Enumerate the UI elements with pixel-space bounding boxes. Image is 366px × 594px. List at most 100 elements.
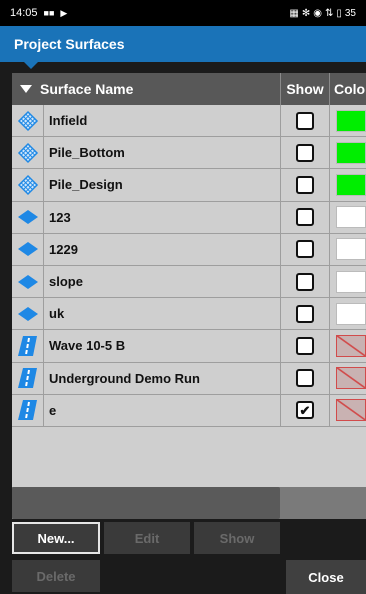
color-cell <box>330 363 366 394</box>
notification-icon: ■■ <box>43 8 55 18</box>
surface-name[interactable]: 1229 <box>44 233 281 265</box>
show-checkbox[interactable]: ✔ <box>296 401 314 420</box>
show-checkbox[interactable] <box>296 240 314 259</box>
horizontal-scrollbar[interactable] <box>12 487 366 519</box>
show-checkbox[interactable] <box>296 272 314 291</box>
column-name-label: Surface Name <box>40 81 134 97</box>
battery-icon: ▯ <box>336 7 342 19</box>
diamond-surface-icon <box>12 298 44 330</box>
color-cell <box>330 169 366 200</box>
bluetooth-icon: ✻ <box>301 7 311 19</box>
surface-name[interactable]: Wave 10-5 B <box>44 330 281 362</box>
grid-surface-icon <box>12 137 44 169</box>
column-show-label: Show <box>286 81 324 97</box>
status-time: 14:05 <box>10 7 38 19</box>
table-row[interactable]: Wave 10-5 B <box>12 330 366 363</box>
show-checkbox[interactable] <box>296 208 314 227</box>
surface-name[interactable]: 123 <box>44 201 281 233</box>
table-row[interactable]: Underground Demo Run <box>12 362 366 395</box>
show-checkbox[interactable] <box>296 304 314 323</box>
surface-name[interactable]: Pile_Bottom <box>44 137 281 169</box>
show-cell <box>281 298 330 330</box>
column-header-show[interactable]: Show <box>281 73 330 105</box>
show-cell <box>281 265 330 298</box>
show-cell <box>281 201 330 233</box>
show-cell <box>281 105 330 137</box>
table-row[interactable]: 1229 <box>12 233 366 266</box>
color-swatch[interactable] <box>336 238 366 261</box>
signal-icon: ▦ <box>289 7 299 19</box>
location-icon: ◉ <box>313 7 322 19</box>
status-bar: 14:05 ■■ ▶ ▦ ✻ ◉ ⇅ ▯ 35 <box>0 0 366 26</box>
column-header-name[interactable]: Surface Name <box>12 73 281 105</box>
diamond-surface-icon <box>12 201 44 233</box>
show-button[interactable]: Show <box>194 522 280 554</box>
no-color-swatch[interactable] <box>336 334 366 357</box>
table-row[interactable]: Pile_Bottom <box>12 137 366 170</box>
color-cell <box>330 266 366 297</box>
color-cell <box>330 298 366 329</box>
table-row[interactable]: uk <box>12 298 366 331</box>
color-cell <box>330 330 366 361</box>
show-checkbox[interactable] <box>296 175 314 194</box>
no-color-swatch[interactable] <box>336 367 366 390</box>
close-button[interactable]: Close <box>286 560 366 594</box>
table-row[interactable]: e ✔ <box>12 394 366 427</box>
table-row[interactable]: 123 <box>12 201 366 234</box>
page-title: Project Surfaces <box>14 36 125 52</box>
show-checkbox[interactable] <box>296 143 314 162</box>
road-surface-icon <box>12 394 44 426</box>
color-cell <box>330 105 366 136</box>
color-swatch[interactable] <box>336 141 366 164</box>
table-row[interactable]: Infield <box>12 105 366 138</box>
grid-surface-icon <box>12 105 44 137</box>
show-cell <box>281 362 330 394</box>
grid-surface-icon <box>12 169 44 201</box>
new-button[interactable]: New... <box>12 522 100 554</box>
surface-name[interactable]: uk <box>44 298 281 330</box>
table-row[interactable]: Pile_Design <box>12 169 366 202</box>
edit-button[interactable]: Edit <box>104 522 190 554</box>
table-header: Surface Name Show Color <box>12 73 366 105</box>
title-bar: Project Surfaces <box>0 26 366 62</box>
color-swatch[interactable] <box>336 173 366 196</box>
show-checkbox[interactable] <box>296 111 314 130</box>
color-cell <box>330 395 366 426</box>
sort-arrow-icon[interactable] <box>20 85 32 93</box>
surface-name[interactable]: slope <box>44 265 281 298</box>
column-color-label: Color <box>334 81 366 97</box>
surface-name[interactable]: Infield <box>44 105 281 137</box>
battery-level: 35 <box>344 7 356 19</box>
table-body: Infield Pile_Bottom Pile_Design 123 1229 slop… <box>12 105 366 427</box>
color-swatch[interactable] <box>336 109 366 132</box>
road-surface-icon <box>12 362 44 394</box>
show-checkbox[interactable] <box>296 336 314 355</box>
scrollbar-thumb[interactable] <box>12 487 280 519</box>
color-cell <box>330 202 366 233</box>
table-row[interactable]: slope <box>12 265 366 299</box>
color-cell <box>330 137 366 168</box>
color-swatch[interactable] <box>336 270 366 293</box>
diamond-surface-icon <box>12 265 44 298</box>
delete-button[interactable]: Delete <box>12 560 100 592</box>
surface-name[interactable]: e <box>44 394 281 426</box>
show-cell <box>281 169 330 201</box>
surfaces-table: Surface Name Show Color InfieldPile_Bott… <box>12 73 366 487</box>
column-header-color[interactable]: Color <box>330 73 366 105</box>
show-cell <box>281 330 330 362</box>
wifi-icon: ⇅ <box>324 7 334 19</box>
cast-icon: ▶ <box>60 7 68 18</box>
no-color-swatch[interactable] <box>336 399 366 422</box>
show-cell <box>281 137 330 169</box>
show-checkbox[interactable] <box>296 369 314 388</box>
road-surface-icon <box>12 330 44 362</box>
diamond-surface-icon <box>12 233 44 265</box>
show-cell: ✔ <box>281 394 330 426</box>
title-notch <box>24 62 38 69</box>
color-cell <box>330 234 366 265</box>
surface-name[interactable]: Underground Demo Run <box>44 362 281 394</box>
color-swatch[interactable] <box>336 206 366 229</box>
surface-name[interactable]: Pile_Design <box>44 169 281 201</box>
color-swatch[interactable] <box>336 302 366 325</box>
show-cell <box>281 233 330 265</box>
